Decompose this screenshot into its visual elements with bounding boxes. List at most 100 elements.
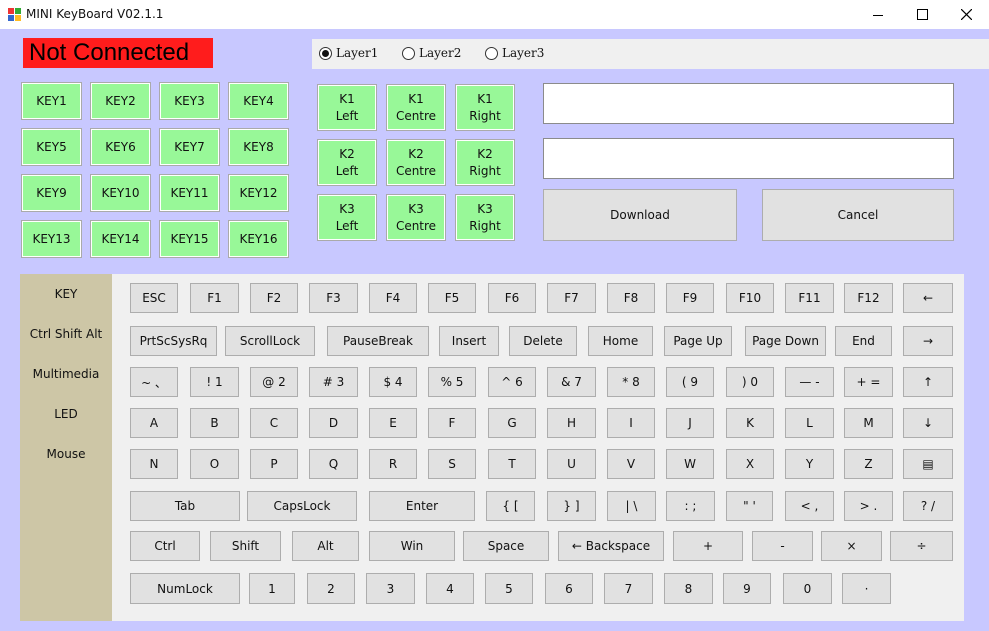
keyboard-key[interactable]: Home (588, 326, 653, 356)
keyboard-key[interactable]: " ' (726, 491, 773, 521)
keyboard-key[interactable]: % 5 (428, 367, 476, 397)
keyboard-key[interactable]: ! 1 (190, 367, 239, 397)
macro-key-button[interactable]: KEY5 (22, 129, 81, 165)
keyboard-key[interactable]: C (250, 408, 298, 438)
keyboard-key[interactable]: I (607, 408, 655, 438)
keyboard-key[interactable]: H (547, 408, 596, 438)
keyboard-key[interactable]: N (130, 449, 178, 479)
keyboard-key[interactable]: PrtScSysRq (130, 326, 217, 356)
keyboard-key[interactable]: PauseBreak (327, 326, 429, 356)
macro-key-button[interactable]: KEY7 (160, 129, 219, 165)
download-button[interactable]: Download (543, 189, 737, 241)
keyboard-key[interactable]: Shift (210, 531, 281, 561)
keyboard-key[interactable]: F2 (250, 283, 298, 313)
keyboard-key[interactable]: & 7 (547, 367, 596, 397)
keyboard-key[interactable]: ↑ (903, 367, 953, 397)
keyboard-key[interactable]: Alt (292, 531, 359, 561)
macro-key-button[interactable]: KEY11 (160, 175, 219, 211)
keyboard-key[interactable]: F1 (190, 283, 239, 313)
keyboard-key[interactable]: Q (309, 449, 358, 479)
keyboard-key[interactable]: ? / (903, 491, 953, 521)
keyboard-key[interactable]: 9 (723, 573, 771, 604)
layer1-radio[interactable]: Layer1 (319, 46, 378, 60)
keyboard-key[interactable]: V (607, 449, 655, 479)
keyboard-key[interactable]: Insert (439, 326, 499, 356)
keyboard-key[interactable]: Delete (509, 326, 577, 356)
macro-key-button[interactable]: KEY6 (91, 129, 150, 165)
keyboard-key[interactable]: Page Down (745, 326, 826, 356)
keyboard-key[interactable]: F7 (547, 283, 596, 313)
keyboard-key[interactable]: W (666, 449, 714, 479)
macro-key-button[interactable]: KEY16 (229, 221, 288, 257)
keyboard-key[interactable]: O (190, 449, 239, 479)
keyboard-key[interactable]: @ 2 (250, 367, 298, 397)
keyboard-key[interactable]: 5 (485, 573, 533, 604)
keyboard-key[interactable]: | \ (607, 491, 656, 521)
cancel-button[interactable]: Cancel (762, 189, 954, 241)
keyboard-key[interactable]: — - (785, 367, 834, 397)
keyboard-key[interactable]: R (369, 449, 417, 479)
keyboard-key[interactable]: NumLock (130, 573, 240, 604)
keyboard-key[interactable]: F10 (726, 283, 774, 313)
keyboard-key[interactable]: B (190, 408, 239, 438)
macro-key-button[interactable]: KEY3 (160, 83, 219, 119)
keyboard-key[interactable]: ) 0 (726, 367, 774, 397)
keyboard-key[interactable]: 7 (604, 573, 653, 604)
macro-key-button[interactable]: KEY10 (91, 175, 150, 211)
keyboard-key[interactable]: - (752, 531, 813, 561)
knob-action-button[interactable]: K2 Centre (387, 140, 445, 185)
macro-key-button[interactable]: KEY8 (229, 129, 288, 165)
keyboard-key[interactable]: Win (369, 531, 455, 561)
keyboard-key[interactable]: → (903, 326, 953, 356)
maximize-button[interactable] (899, 0, 945, 29)
keyboard-key[interactable]: F (428, 408, 476, 438)
category-mouse[interactable]: Mouse (20, 447, 112, 461)
macro-key-button[interactable]: KEY4 (229, 83, 288, 119)
knob-action-button[interactable]: K3 Left (318, 195, 376, 240)
keyboard-key[interactable]: D (309, 408, 358, 438)
keyboard-key[interactable]: F6 (488, 283, 536, 313)
keyboard-key[interactable]: CapsLock (247, 491, 357, 521)
close-button[interactable] (943, 0, 989, 29)
keyboard-key[interactable]: U (547, 449, 596, 479)
keyboard-key[interactable]: T (488, 449, 536, 479)
keyboard-key[interactable]: End (835, 326, 892, 356)
macro-key-button[interactable]: KEY2 (91, 83, 150, 119)
knob-action-button[interactable]: K1 Centre (387, 85, 445, 130)
macro-key-button[interactable]: KEY1 (22, 83, 81, 119)
keyboard-key[interactable]: ScrollLock (225, 326, 315, 356)
key-description-field[interactable] (543, 138, 954, 179)
keyboard-key[interactable]: F9 (666, 283, 714, 313)
macro-key-button[interactable]: KEY9 (22, 175, 81, 211)
layer3-radio[interactable]: Layer3 (485, 46, 544, 60)
keyboard-key[interactable]: · (842, 573, 891, 604)
keyboard-key[interactable]: F5 (428, 283, 476, 313)
knob-action-button[interactable]: K3 Centre (387, 195, 445, 240)
keyboard-key[interactable]: G (488, 408, 536, 438)
minimize-button[interactable] (855, 0, 901, 29)
knob-action-button[interactable]: K3 Right (456, 195, 514, 240)
keyboard-key[interactable]: ^ 6 (488, 367, 536, 397)
keyboard-key[interactable]: E (369, 408, 417, 438)
keyboard-key[interactable]: * 8 (607, 367, 655, 397)
knob-action-button[interactable]: K2 Right (456, 140, 514, 185)
keyboard-key[interactable]: 0 (783, 573, 832, 604)
keyboard-key[interactable]: : ; (666, 491, 715, 521)
layer2-radio[interactable]: Layer2 (402, 46, 461, 60)
keyboard-key[interactable]: L (785, 408, 834, 438)
keyboard-key[interactable]: + = (844, 367, 893, 397)
category-ctrl-shift-alt[interactable]: Ctrl Shift Alt (20, 327, 112, 341)
keyboard-key[interactable]: X (726, 449, 774, 479)
keyboard-key[interactable]: + (673, 531, 743, 561)
keyboard-key[interactable]: × (821, 531, 882, 561)
keyboard-key[interactable]: F8 (607, 283, 655, 313)
macro-key-button[interactable]: KEY13 (22, 221, 81, 257)
keyboard-key[interactable]: Page Up (664, 326, 732, 356)
knob-action-button[interactable]: K1 Left (318, 85, 376, 130)
keyboard-key[interactable]: $ 4 (369, 367, 417, 397)
keyboard-key[interactable]: < , (785, 491, 834, 521)
keyboard-key[interactable]: Ctrl (130, 531, 200, 561)
keyboard-key[interactable]: { [ (486, 491, 535, 521)
category-multimedia[interactable]: Multimedia (20, 367, 112, 381)
keyboard-key[interactable]: Space (463, 531, 549, 561)
